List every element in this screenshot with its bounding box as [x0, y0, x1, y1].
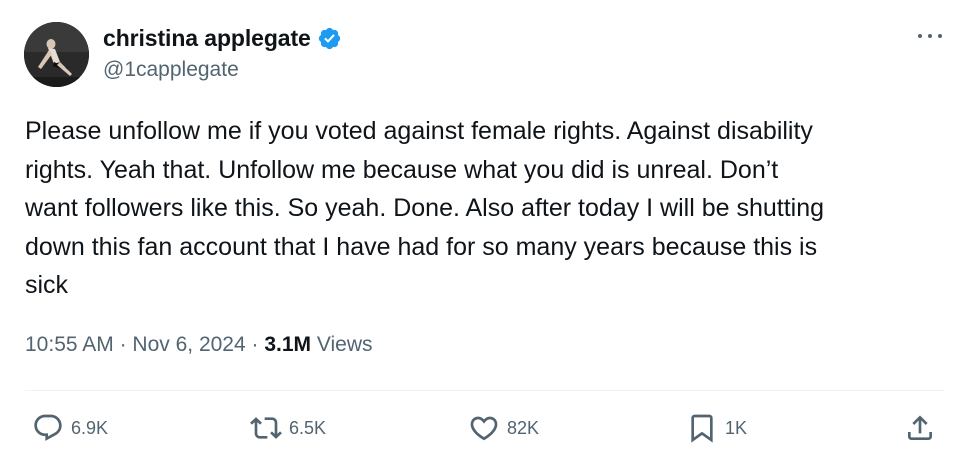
- retweet-icon: [250, 417, 282, 439]
- bookmark-icon: [691, 414, 713, 443]
- meta-separator: ·: [251, 333, 259, 356]
- bookmark-button[interactable]: 1K: [686, 412, 747, 444]
- meta-separator: ·: [119, 333, 127, 356]
- author-name-row[interactable]: christina applegate: [103, 25, 342, 52]
- avatar[interactable]: [24, 22, 89, 87]
- tweet-meta: 10:55 AM · Nov 6, 2024 · 3.1M Views: [25, 333, 373, 357]
- more-options-icon[interactable]: [916, 26, 944, 46]
- tweet-date[interactable]: Nov 6, 2024: [132, 333, 245, 356]
- reply-count: 6.9K: [71, 417, 109, 438]
- bookmark-count: 1K: [725, 417, 748, 438]
- tweet-text: Please unfollow me if you voted against …: [25, 117, 825, 299]
- views-count: 3.1M: [264, 333, 312, 356]
- author-display-name[interactable]: christina applegate: [103, 25, 311, 52]
- share-button[interactable]: [904, 412, 936, 444]
- tweet-time[interactable]: 10:55 AM: [25, 333, 114, 356]
- verified-badge-icon: [317, 26, 342, 51]
- views-label: Views: [316, 333, 373, 356]
- like-button[interactable]: 82K: [468, 412, 539, 444]
- reply-icon: [34, 414, 62, 441]
- author-handle[interactable]: @1capplegate: [103, 58, 239, 82]
- retweet-count: 6.5K: [289, 417, 327, 438]
- avatar-photo: [24, 22, 89, 87]
- divider: [25, 390, 945, 391]
- share-icon: [908, 415, 932, 440]
- retweet-button[interactable]: 6.5K: [250, 412, 326, 444]
- reply-button[interactable]: 6.9K: [32, 412, 108, 444]
- like-count: 82K: [507, 417, 540, 438]
- heart-icon: [470, 416, 498, 441]
